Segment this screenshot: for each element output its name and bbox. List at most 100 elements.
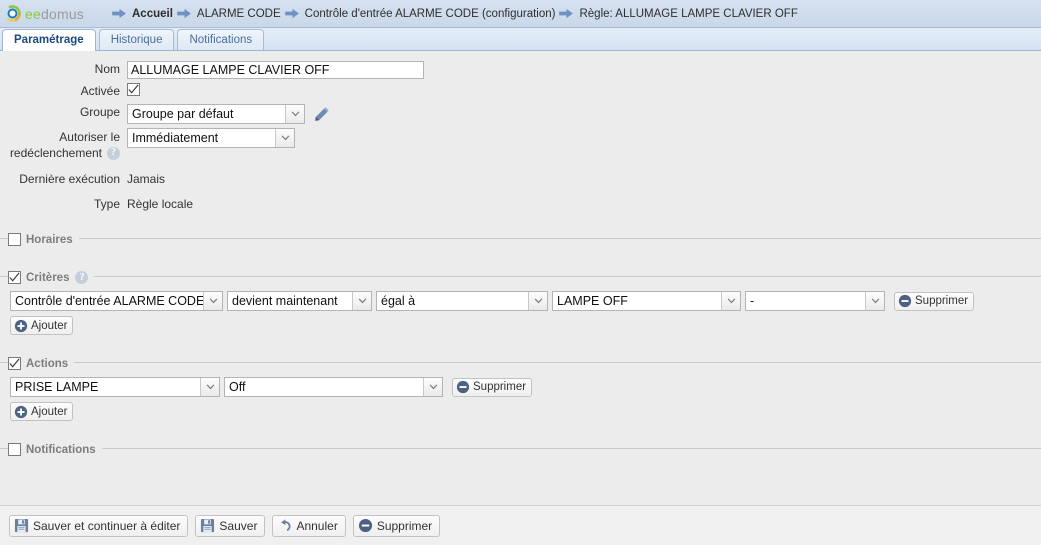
section-divider [0, 448, 1041, 449]
chevron-down-icon[interactable] [423, 378, 442, 396]
section-horaires-title: Horaires [26, 233, 73, 246]
action-command-value: Off [229, 380, 246, 394]
check-icon [9, 358, 20, 368]
action-delete-label: Supprimer [473, 381, 527, 393]
section-actions-title: Actions [26, 357, 69, 370]
delete-button[interactable]: Supprimer [352, 514, 441, 537]
label-derniere-execution: Dernière exécution [19, 172, 120, 186]
check-icon [128, 84, 139, 94]
chevron-down-icon[interactable] [203, 292, 222, 310]
section-divider [0, 276, 1041, 277]
chevron-down-icon[interactable] [721, 292, 740, 310]
section-notifications-title: Notifications [26, 443, 96, 456]
actions-checkbox[interactable] [8, 357, 21, 370]
save-icon [14, 518, 29, 533]
section-criteres-header: Critères ? [8, 271, 95, 284]
section-criteres-title: Critères [26, 271, 70, 284]
label-activee: Activée [80, 84, 120, 98]
notifications-checkbox[interactable] [8, 443, 21, 456]
horaires-checkbox[interactable] [8, 233, 21, 246]
save-button[interactable]: Sauver [195, 514, 266, 537]
minus-circle-icon [898, 294, 912, 308]
tab-historique[interactable]: Historique [98, 29, 175, 50]
tab-notifications[interactable]: Notifications [177, 29, 265, 50]
save-icon [201, 518, 215, 533]
breadcrumb-label: ALARME CODE [196, 7, 281, 20]
chevron-down-icon[interactable] [285, 105, 304, 123]
criteria-operator-value: égal à [381, 294, 416, 308]
action-add-button[interactable]: Ajouter [10, 402, 74, 421]
criteria-extra-select[interactable]: - [745, 291, 885, 311]
section-actions-body: PRISE LAMPE Off Supprimer Ajouter [0, 363, 1041, 423]
arrow-right-icon [112, 8, 126, 19]
help-icon[interactable]: ? [107, 146, 120, 160]
arrow-right-icon [284, 8, 299, 19]
groupe-select[interactable]: Groupe par défaut [127, 104, 305, 124]
criteria-add-button[interactable]: Ajouter [10, 316, 74, 335]
section-actions: Actions PRISE LAMPE Off Supprimer Ajoute… [0, 349, 1041, 423]
tab-bar: Paramétrage Historique Notifications [0, 28, 1041, 51]
action-add-row: Ajouter [0, 402, 1041, 421]
action-command-select[interactable]: Off [224, 377, 443, 397]
criteria-extra-value: - [750, 294, 755, 308]
breadcrumb-label: Accueil [132, 7, 173, 20]
section-actions-header: Actions [8, 357, 75, 370]
plus-circle-icon [14, 319, 28, 332]
criteria-value-select[interactable]: LAMPE OFF [552, 291, 741, 311]
criteria-add-label: Ajouter [31, 319, 68, 332]
action-add-label: Ajouter [31, 405, 68, 418]
action-row: PRISE LAMPE Off Supprimer [0, 377, 1041, 397]
type-value: Règle locale [127, 197, 194, 211]
criteria-source-select[interactable]: Contrôle d'entrée ALARME CODE [10, 291, 223, 311]
redeclenchement-select[interactable]: Immédiatement [127, 128, 295, 148]
chevron-down-icon[interactable] [865, 292, 884, 310]
logo-wordmark: eedomus [25, 6, 84, 22]
tab-parametrage[interactable]: Paramétrage [2, 29, 96, 51]
save-and-continue-button[interactable]: Sauver et continuer à éditer [9, 514, 189, 537]
activee-checkbox[interactable] [127, 83, 140, 96]
criteria-event-select[interactable]: devient maintenant [227, 291, 372, 311]
criteria-delete-button[interactable]: Supprimer [894, 291, 975, 311]
section-criteres-body: Contrôle d'entrée ALARME CODE devient ma… [0, 277, 1041, 337]
field-row-activee: Activée [0, 83, 1041, 100]
label-redeclenchement-line2: redéclenchement [9, 146, 102, 160]
breadcrumb-item-controle-entree[interactable]: Contrôle d'entrée ALARME CODE (configura… [281, 7, 556, 20]
chevron-down-icon[interactable] [200, 378, 219, 396]
delete-label: Supprimer [376, 518, 433, 533]
criteria-source-value: Contrôle d'entrée ALARME CODE [15, 294, 205, 308]
pencil-icon[interactable] [314, 106, 330, 122]
action-delete-button[interactable]: Supprimer [452, 377, 533, 397]
check-icon [9, 272, 20, 282]
breadcrumb: Accueil ALARME CODE Contrôle d'entrée AL… [108, 8, 798, 20]
help-icon[interactable]: ? [75, 271, 89, 284]
chevron-down-icon[interactable] [275, 129, 294, 147]
section-divider [0, 362, 1041, 363]
field-row-redeclenchement: Autoriser le redéclenchement ? Immédiate… [0, 128, 1041, 161]
chevron-down-icon[interactable] [352, 292, 371, 310]
logo-text-ee: ee [25, 5, 41, 22]
field-row-nom: Nom [0, 61, 1041, 79]
minus-circle-icon [358, 518, 372, 533]
breadcrumb-item-accueil[interactable]: Accueil [108, 8, 173, 20]
settings-form: Nom Activée Groupe Groupe par défaut [0, 51, 1041, 456]
breadcrumb-label: Contrôle d'entrée ALARME CODE (configura… [304, 7, 556, 20]
nom-input[interactable] [127, 61, 424, 79]
criteria-value-value: LAMPE OFF [557, 294, 628, 308]
chevron-down-icon[interactable] [528, 292, 547, 310]
app-logo[interactable]: eedomus [0, 5, 108, 22]
criteria-operator-select[interactable]: égal à [376, 291, 548, 311]
criteria-delete-label: Supprimer [915, 295, 969, 307]
action-target-select[interactable]: PRISE LAMPE [10, 377, 220, 397]
cancel-button[interactable]: Annuler [272, 514, 346, 537]
breadcrumb-item-alarme-code[interactable]: ALARME CODE [173, 8, 281, 20]
app-header: eedomus Accueil ALARME CODE Contrôle d'e… [0, 0, 1041, 28]
redeclenchement-select-value: Immédiatement [132, 131, 219, 145]
cancel-label: Annuler [296, 518, 338, 533]
label-redeclenchement-line1: Autoriser le [59, 130, 120, 144]
label-nom: Nom [94, 62, 120, 76]
criteres-checkbox[interactable] [8, 271, 21, 284]
breadcrumb-item-regle[interactable]: Règle: ALLUMAGE LAMPE CLAVIER OFF [555, 8, 798, 20]
label-redeclenchement: Autoriser le redéclenchement ? [0, 128, 127, 161]
undo-icon [281, 519, 292, 531]
derniere-execution-value: Jamais [127, 172, 166, 186]
